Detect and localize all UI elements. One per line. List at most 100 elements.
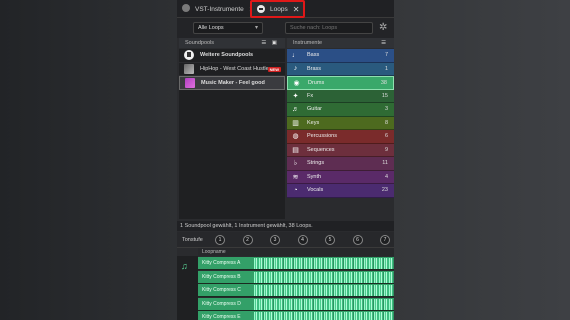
waveform-preview: [254, 298, 394, 310]
loop-filter-select[interactable]: Alle Loops ▾: [193, 22, 263, 34]
vocals-icon: ◔: [293, 186, 298, 194]
instrument-count: 9: [384, 146, 388, 153]
loop-name: Kitty Compress A: [202, 260, 241, 266]
soundpool-item-feelgood[interactable]: Music Maker - Feel good: [179, 76, 285, 90]
loops-category-column: ♫: [177, 256, 198, 320]
loop-filter-value: Alle Loops: [198, 25, 224, 31]
instrument-label: Synth: [307, 173, 322, 180]
media-pool-panel: VST-Instrumente ✕ Loops ✕ Alle Loops ▾ S…: [177, 0, 394, 320]
instrument-count: 3: [384, 106, 388, 112]
search-input[interactable]: Suche nach: Loops: [285, 22, 373, 34]
desktop-background-left: [0, 0, 177, 320]
tonstufe-key-7[interactable]: 7: [380, 235, 390, 245]
soundpool-item-hiphop[interactable]: HipHop - West Coast Hustle NEW: [179, 63, 285, 76]
soundpool-cover-image: [184, 63, 194, 74]
tab-loops[interactable]: Loops ✕: [250, 0, 305, 18]
gear-icon[interactable]: ✲: [379, 22, 387, 33]
instrument-item-brass[interactable]: ♪ Brass 1: [287, 62, 394, 76]
instrument-count: 8: [384, 119, 388, 126]
waveform-preview: [254, 271, 394, 283]
tab-bar: VST-Instrumente ✕ Loops ✕: [177, 0, 394, 18]
drums-icon: ♫: [181, 261, 188, 271]
tonstufe-key-6[interactable]: 6: [352, 235, 363, 245]
instrument-label: Bass: [307, 52, 320, 59]
tonstufe-label: Tonstufe: [182, 237, 203, 243]
instrument-item-drums[interactable]: ◉ Drums 38: [287, 76, 394, 90]
soundpools-title: Soundpools: [185, 40, 215, 46]
close-icon[interactable]: ✕: [293, 5, 300, 14]
soundpools-list: Weitere Soundpools HipHop - West Coast H…: [179, 49, 285, 219]
keys-icon: ▥: [292, 119, 299, 127]
loops-header: Loopname: [198, 248, 394, 256]
brass-icon: ♪: [293, 65, 298, 73]
instrument-item-guitar[interactable]: ♬ Guitar 3: [287, 103, 394, 117]
drums-icon: ◉: [293, 79, 300, 87]
tonstufe-key-3[interactable]: 3: [270, 235, 280, 245]
desktop-background-right: [394, 0, 570, 320]
loops-icon: [257, 5, 265, 13]
soundpool-label: Music Maker - Feel good: [201, 79, 265, 86]
waveform-preview: [254, 258, 394, 269]
instrument-count: 6: [384, 133, 388, 139]
instrument-label: Fx: [307, 92, 314, 99]
instrument-item-strings[interactable]: ♭ Strings 11: [287, 157, 394, 171]
instrument-label: Brass: [307, 65, 322, 72]
instrument-count: 15: [381, 92, 388, 99]
soundpool-cover-image: [185, 77, 195, 88]
instrument-item-vocals[interactable]: ◔ Vocals 23: [287, 184, 394, 198]
synth-icon: ≋: [292, 173, 299, 181]
tonstufe-key-2[interactable]: 2: [242, 235, 253, 245]
tab-vst-instruments[interactable]: VST-Instrumente ✕: [195, 2, 255, 16]
download-icon: [184, 50, 194, 61]
instrument-count: 11: [382, 160, 388, 166]
waveform-preview: [254, 312, 394, 320]
instrument-label: Guitar: [307, 106, 322, 113]
list-options-icon[interactable]: ☰: [381, 38, 388, 48]
tonstufe-key-1[interactable]: 1: [215, 235, 225, 245]
loops-list: Loopname ♫ Kitty Compress A Kitty Compres…: [177, 248, 394, 320]
chevron-down-icon: ▾: [254, 25, 258, 31]
guitar-icon: ♬: [292, 105, 299, 113]
loop-row[interactable]: Kitty Compress E: [198, 311, 394, 320]
loop-row[interactable]: Kitty Compress C: [198, 284, 394, 297]
instrument-item-sequences[interactable]: ▤ Sequences 9: [287, 143, 394, 157]
list-options-icon[interactable]: ☰ ▣: [261, 38, 279, 48]
instrument-item-synth[interactable]: ≋ Synth 4: [287, 170, 394, 184]
loop-name: Kitty Compress D: [202, 300, 241, 307]
status-bar: 1 Soundpool gewählt, 1 Instrument gewähl…: [177, 221, 394, 231]
toolbar: Alle Loops ▾ Suche nach: Loops ✲: [177, 18, 394, 38]
strings-icon: ♭: [293, 160, 298, 168]
instrument-label: Vocals: [307, 187, 324, 194]
tab-label: Loops: [270, 5, 288, 13]
percussion-icon: ◍: [292, 133, 299, 141]
tonstufe-key-4[interactable]: 4: [297, 235, 308, 245]
loop-row[interactable]: Kitty Compress B: [198, 270, 394, 284]
instrument-item-keys[interactable]: ▥ Keys 8: [287, 116, 394, 130]
sequences-icon: ▤: [292, 146, 299, 154]
soundpool-item-more[interactable]: Weitere Soundpools: [179, 49, 285, 63]
instrument-label: Drums: [308, 79, 325, 86]
instruments-title: Instrumente: [293, 40, 323, 46]
instruments-header: Instrumente ☰: [287, 38, 394, 48]
instrument-label: Strings: [307, 160, 325, 167]
tonstufe-bar: Tonstufe 1 2 3 4 5 6 7: [177, 232, 394, 248]
soundpools-header: Soundpools ☰ ▣: [179, 38, 285, 48]
instrument-item-percussions[interactable]: ◍ Percussions 6: [287, 130, 394, 144]
tonstufe-key-5[interactable]: 5: [325, 235, 335, 245]
soundpool-label: Weitere Soundpools: [200, 52, 254, 59]
instrument-label: Sequences: [307, 146, 335, 153]
loop-name: Kitty Compress B: [202, 273, 241, 280]
loop-row[interactable]: Kitty Compress D: [198, 297, 394, 311]
instrument-count: 7: [384, 52, 388, 58]
instrument-count: 1: [384, 65, 388, 72]
new-badge: NEW: [267, 66, 281, 72]
instruments-list: ♩ Bass 7 ♪ Brass 1 ◉ Drums 38 ✦ Fx 15 ♬ Guitar 3 ▥ Keys 8…: [287, 49, 394, 199]
tab-label: VST-Instrumente: [195, 5, 244, 13]
instrument-label: Percussions: [307, 133, 337, 140]
instrument-item-bass[interactable]: ♩ Bass 7: [287, 49, 394, 63]
fx-icon: ✦: [292, 92, 299, 100]
loop-name: Kitty Compress E: [202, 314, 241, 320]
loop-row[interactable]: Kitty Compress A: [198, 257, 394, 270]
instrument-count: 38: [380, 80, 387, 86]
instrument-item-fx[interactable]: ✦ Fx 15: [287, 89, 394, 103]
